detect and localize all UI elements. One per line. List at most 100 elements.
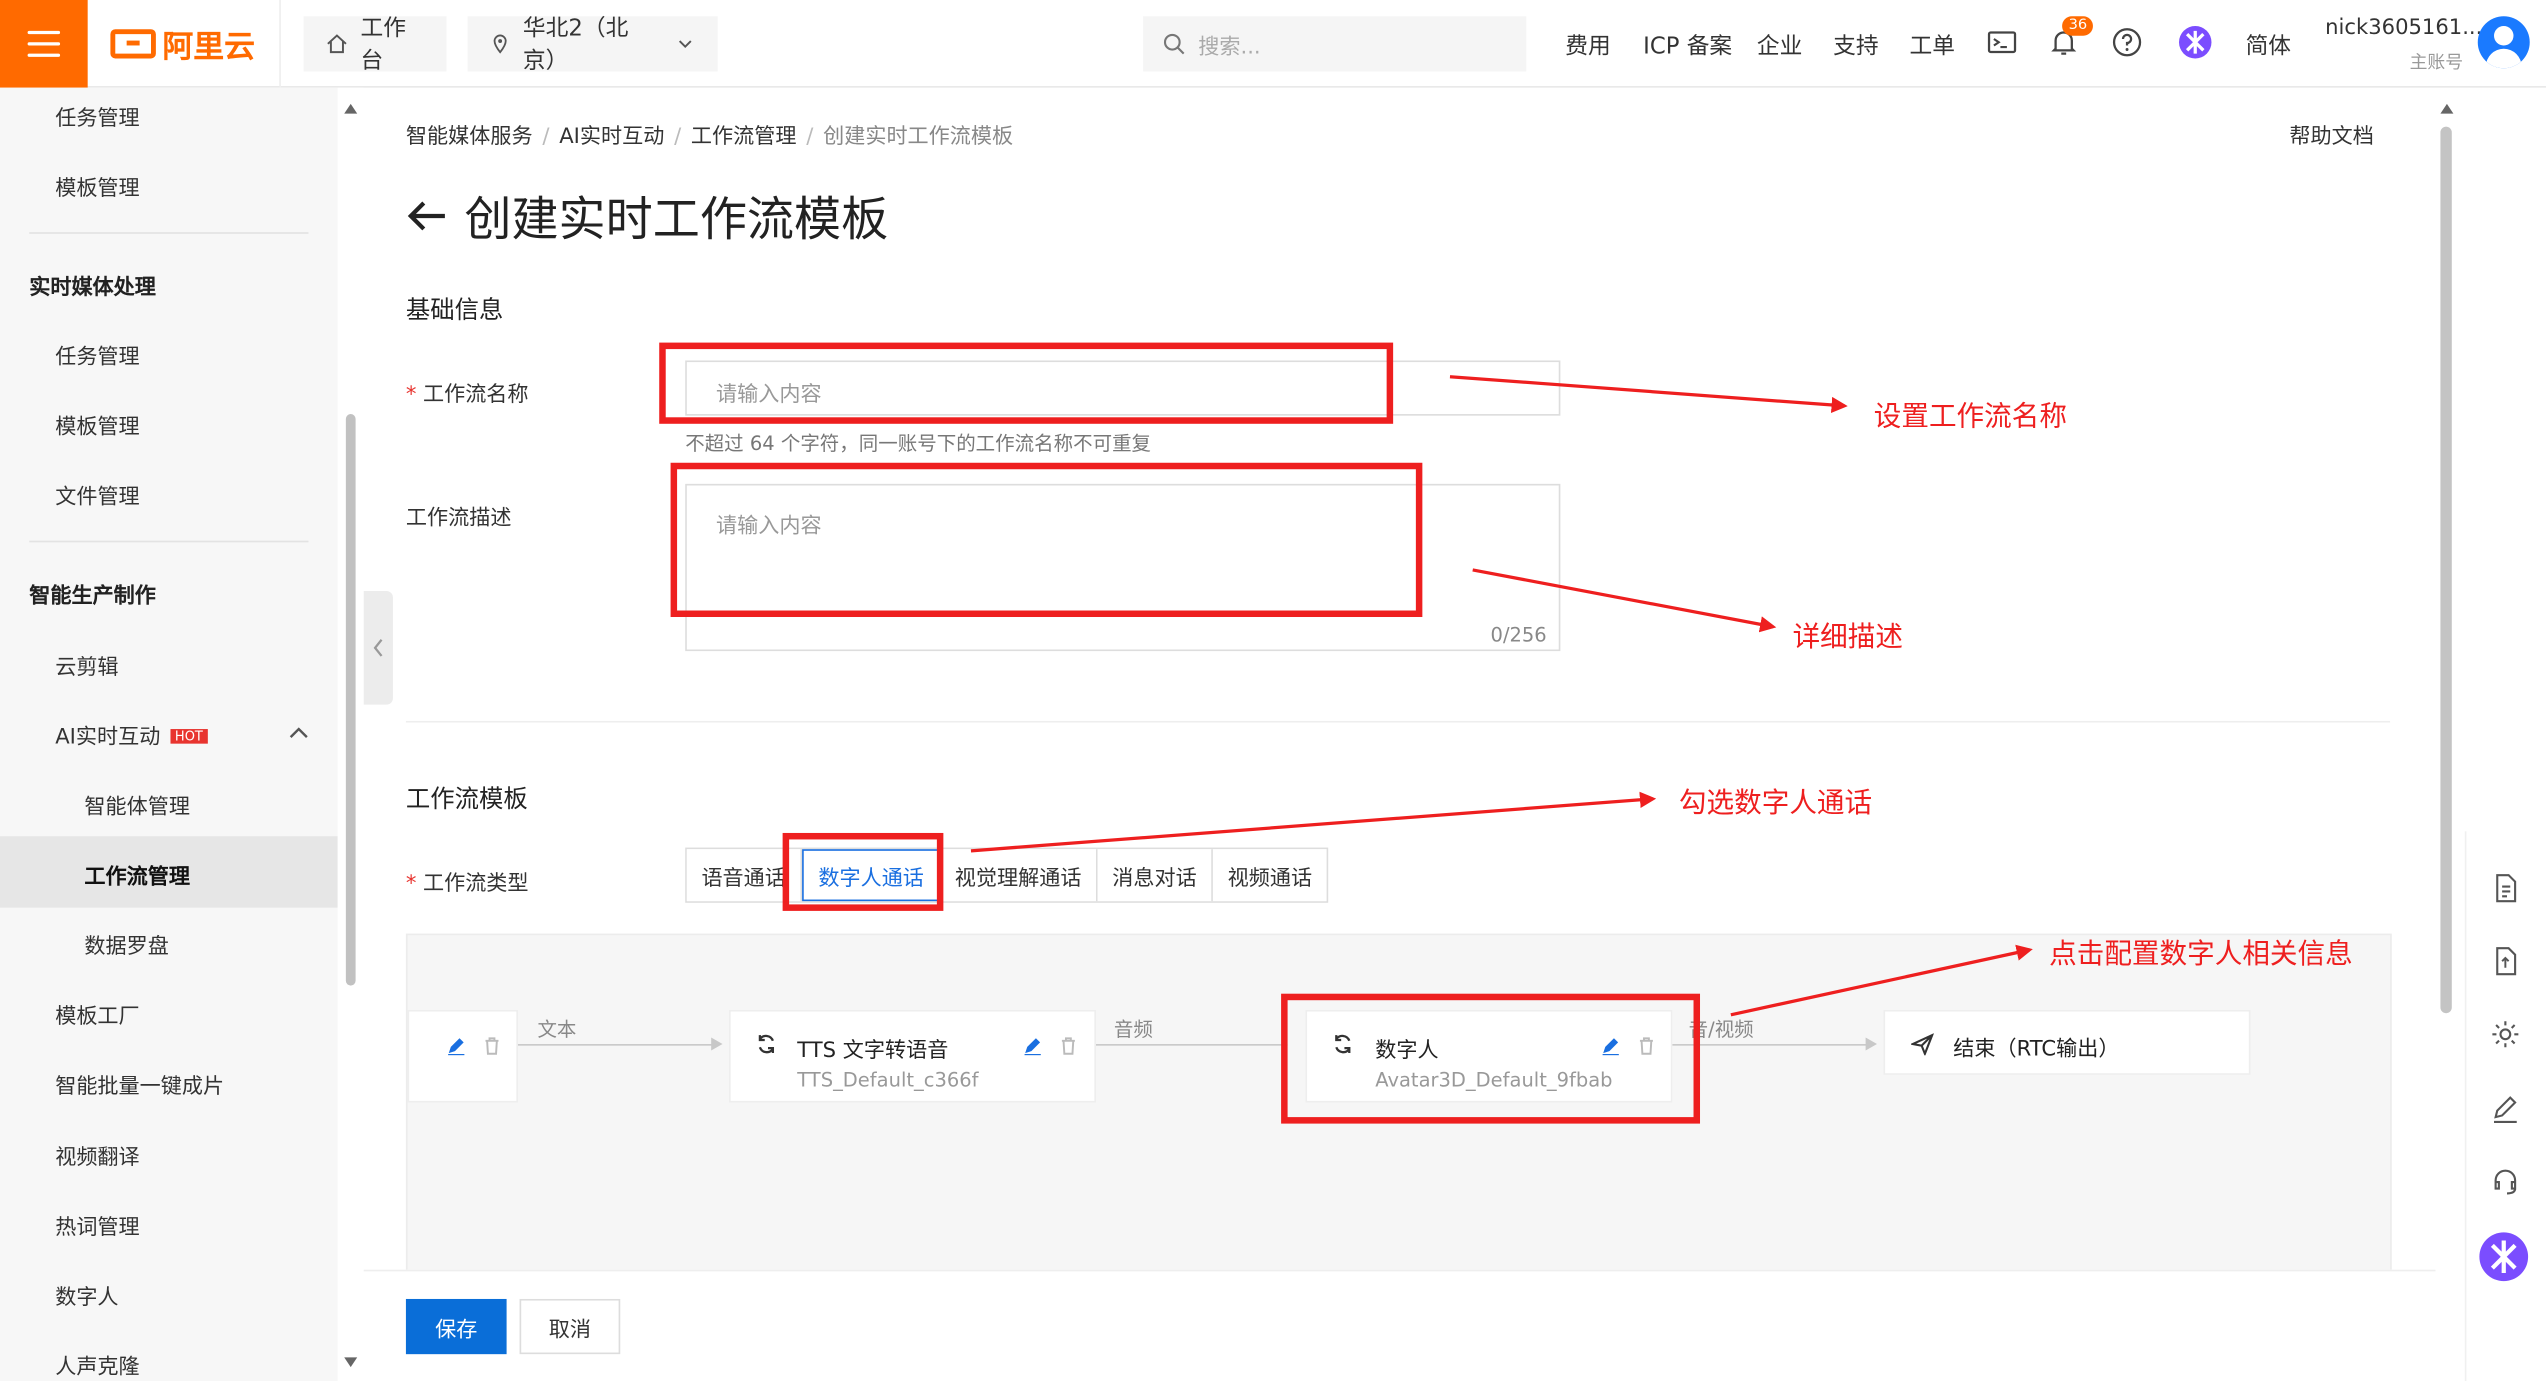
ai-assistant-icon[interactable]	[2177, 24, 2213, 60]
annotation-box-description	[670, 462, 1423, 618]
type-option-visual-call[interactable]: 视觉理解通话	[940, 849, 1098, 902]
flow-edge	[1095, 1044, 1288, 1046]
sidebar-item-video-translation[interactable]: 视频翻译	[55, 1140, 139, 1170]
send-icon	[1911, 1033, 1934, 1056]
delete-icon[interactable]	[482, 1036, 501, 1055]
workflow-node-start[interactable]	[407, 1009, 518, 1103]
cancel-button[interactable]: 取消	[519, 1298, 621, 1355]
workflow-name-hint: 不超过 64 个字符，同一账号下的工作流名称不可重复	[685, 431, 1152, 455]
feedback-edit-icon[interactable]	[2489, 1093, 2521, 1125]
section-divider	[405, 720, 2391, 723]
sync-icon	[758, 1034, 775, 1054]
flow-arrowhead	[711, 1037, 723, 1051]
sidebar-collapse-handle[interactable]	[363, 591, 393, 705]
flow-edge	[1672, 1044, 1868, 1046]
form-footer	[363, 1269, 2436, 1381]
brand-logo[interactable]: 阿里云	[110, 23, 255, 65]
page-title: 创建实时工作流模板	[406, 182, 888, 250]
edge-label-text: 文本	[537, 1018, 577, 1041]
annotation-text-name: 设置工作流名称	[1873, 401, 2067, 434]
document-icon[interactable]	[2489, 872, 2521, 904]
required-mark: *	[405, 383, 417, 408]
avatar[interactable]	[2477, 16, 2530, 69]
sidebar-group-realtime-media: 实时媒体处理	[29, 276, 156, 301]
nav-link-ticket[interactable]: 工单	[1909, 29, 1954, 61]
sidebar-item-rt-template[interactable]: 模板管理	[55, 409, 139, 440]
flow-arrowhead	[1865, 1037, 1877, 1051]
hamburger-menu-icon[interactable]	[0, 0, 88, 88]
sidebar-item-ai-interaction[interactable]: AI实时互动 HOT	[55, 719, 315, 750]
nav-link-support[interactable]: 支持	[1833, 29, 1878, 61]
workflow-template-section-title: 工作流模板	[405, 784, 528, 814]
workflow-name-label-text: 工作流名称	[422, 383, 529, 408]
region-selector[interactable]: 华北2（北京）	[467, 16, 718, 75]
flow-edge	[517, 1044, 713, 1046]
help-icon[interactable]	[2111, 26, 2143, 58]
workflow-node-end[interactable]: 结束（RTC输出）	[1883, 1009, 2251, 1075]
scroll-up-arrow-icon[interactable]	[2439, 101, 2455, 117]
basic-info-section-title: 基础信息	[405, 295, 504, 325]
ai-assistant-icon[interactable]	[2478, 1231, 2530, 1283]
edit-icon[interactable]	[447, 1036, 466, 1056]
customer-service-icon[interactable]	[2489, 1166, 2521, 1198]
sidebar-item-voice-clone[interactable]: 人声克隆	[55, 1349, 139, 1380]
sidebar-item-workflow-management[interactable]: 工作流管理	[84, 859, 190, 889]
page-title-text: 创建实时工作流模板	[464, 191, 889, 247]
help-docs-link[interactable]: 帮助文档	[2289, 119, 2373, 149]
main-scrollbar-thumb[interactable]	[2440, 126, 2452, 1014]
sidebar-item-rt-task[interactable]: 任务管理	[55, 339, 139, 370]
save-button[interactable]: 保存	[405, 1298, 507, 1355]
sidebar-item-template-factory[interactable]: 模板工厂	[55, 999, 139, 1029]
back-arrow-icon[interactable]	[406, 198, 448, 234]
annotation-text-type: 勾选数字人通话	[1678, 787, 1873, 820]
sidebar-divider	[29, 540, 309, 543]
type-option-video-call[interactable]: 视频通话	[1213, 849, 1327, 902]
language-switch[interactable]: 简体	[2246, 29, 2291, 61]
edit-icon[interactable]	[1023, 1036, 1042, 1056]
terminal-icon[interactable]	[1986, 26, 2018, 58]
annotation-box-type	[782, 832, 944, 911]
workflow-type-label-text: 工作流类型	[422, 871, 529, 897]
sidebar-item-template-management[interactable]: 模板管理	[55, 170, 139, 201]
top-navigation-bar: 阿里云 工作台 华北2（北京） 搜索... 费用 ICP 备案 企业 支持 工单…	[0, 0, 2546, 88]
breadcrumb-item[interactable]: AI实时互动	[559, 125, 664, 149]
search-input[interactable]: 搜索...	[1143, 16, 1527, 72]
tts-node-title: TTS 文字转语音	[797, 1039, 949, 1064]
sidebar-item-task-management[interactable]: 任务管理	[55, 101, 139, 131]
sidebar-divider	[29, 232, 309, 234]
sidebar-item-hotword[interactable]: 热词管理	[55, 1210, 139, 1240]
sidebar-scrollbar-thumb[interactable]	[345, 414, 356, 986]
scroll-down-arrow-icon[interactable]	[343, 1354, 359, 1370]
user-name[interactable]: nick3605161...	[2325, 16, 2482, 40]
nav-link-enterprise[interactable]: 企业	[1757, 29, 1802, 61]
delete-icon[interactable]	[1059, 1036, 1078, 1055]
edge-label-audio: 音频	[1113, 1018, 1153, 1041]
workflow-node-tts[interactable]: TTS 文字转语音 TTS_Default_c366f	[729, 1009, 1096, 1103]
region-label: 华北2（北京）	[522, 16, 629, 75]
scroll-up-arrow-icon[interactable]	[343, 101, 359, 117]
settings-icon[interactable]	[2489, 1018, 2521, 1050]
description-char-counter: 0/256	[1490, 623, 1547, 647]
sidebar-item-agent-management[interactable]: 智能体管理	[84, 789, 190, 820]
nav-link-fees[interactable]: 费用	[1565, 29, 1610, 61]
sidebar-item-cloud-editing[interactable]: 云剪辑	[55, 649, 118, 680]
sidebar-item-data-compass[interactable]: 数据罗盘	[84, 929, 168, 959]
annotation-arrow	[970, 791, 1657, 853]
annotation-box-digital-human	[1281, 993, 1701, 1124]
workbench-button[interactable]: 工作台	[303, 16, 447, 75]
breadcrumb-item[interactable]: 智能媒体服务	[406, 125, 533, 149]
sidebar-item-batch-video[interactable]: 智能批量一键成片	[55, 1068, 224, 1099]
nav-link-icp[interactable]: ICP 备案	[1643, 29, 1732, 61]
console-page: 阿里云 工作台 华北2（北京） 搜索... 费用 ICP 备案 企业 支持 工单…	[0, 0, 2546, 1381]
workflow-description-label: 工作流描述	[405, 506, 512, 531]
logo-divider	[279, 0, 281, 88]
api-doc-icon[interactable]	[2489, 945, 2521, 977]
search-placeholder: 搜索...	[1198, 34, 1261, 60]
sidebar-item-rt-file[interactable]: 文件管理	[55, 479, 139, 509]
sidebar-item-digital-human[interactable]: 数字人	[55, 1279, 118, 1310]
breadcrumb-item[interactable]: 工作流管理	[691, 125, 797, 149]
chevron-left-icon	[373, 639, 383, 657]
brand-name: 阿里云	[162, 28, 255, 65]
type-option-message-chat[interactable]: 消息对话	[1097, 849, 1214, 902]
annotation-text-digital-human: 点击配置数字人相关信息	[2049, 938, 2353, 971]
